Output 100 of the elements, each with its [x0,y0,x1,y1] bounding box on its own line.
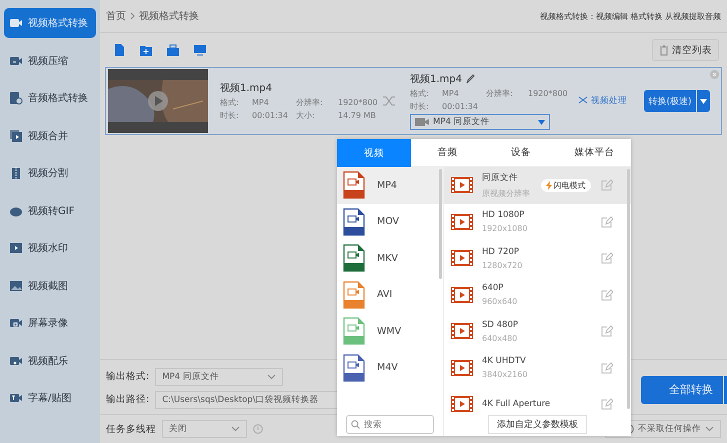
video-file-icon [343,354,365,382]
edit-icon[interactable] [601,216,613,228]
header-hint: 视频格式转换：视频编辑 格式转换 从视频提取音频 [540,10,721,22]
edit-icon[interactable] [601,362,613,374]
clear-list-button[interactable]: 清空列表 [652,39,719,61]
output-format-label: 输出格式: [106,370,150,383]
sidebar-item[interactable]: 视频转GIF [4,196,96,226]
convert-all-button[interactable]: 全部转换 [641,376,724,404]
preset-title: 4K Full Aperture [482,399,550,410]
info-value: MP4 [252,98,270,107]
threads-select[interactable]: 关闭 [162,420,247,438]
format-tab[interactable]: 音频 [410,139,484,167]
info-label: 时长: [220,110,240,121]
info-label: 大小: [296,110,316,121]
sidebar-item[interactable]: 视频分割 [4,158,96,188]
edit-icon[interactable] [601,398,613,410]
preset-title: 640P [482,283,504,294]
format-item[interactable]: MP4 [337,167,443,204]
film-icon [450,212,474,231]
preset-detail: 1280x720 [482,260,522,270]
chevron-icon [231,426,240,432]
scissors-icon [578,96,588,106]
edit-icon[interactable] [601,179,613,192]
sidebar-item[interactable]: 屏幕录像 [4,308,96,338]
format-tab[interactable]: 视频 [337,139,410,167]
file-name: 视频1.mp4 [220,82,272,95]
file-icon[interactable] [112,43,126,57]
chevron-icon [705,426,714,432]
breadcrumb-current: 视频格式转换 [139,10,199,23]
output-path-label: 输出路径: [106,393,150,406]
edit-icon[interactable] [601,252,613,264]
pencil-icon[interactable] [466,74,475,84]
preset-select[interactable]: MP4 同原文件 [410,114,550,130]
video-camera-icon [9,316,23,330]
edit-icon[interactable] [601,288,613,301]
video-camera-icon [415,118,429,126]
search-field[interactable]: 搜索 [346,415,434,434]
format-tab[interactable]: 媒体平台 [558,139,631,167]
scrollbar[interactable] [627,169,630,409]
info-value: 00:01:34 [252,111,289,120]
output-format-select[interactable]: MP4 同原文件 [155,368,284,386]
sidebar-item[interactable]: 字幕/贴图 [4,383,96,413]
preset-title: SD 480P [482,320,518,330]
video-file-icon [343,317,365,346]
chevron-icon [130,12,135,20]
film-icon [450,286,474,304]
info-value: 14.79 MB [338,111,377,120]
chevron-icon [267,374,276,380]
film-icon [450,249,474,268]
output-file-name: 视频1.mp4 [410,72,462,86]
format-item[interactable]: MOV [337,204,443,240]
sidebar-item[interactable]: 视频配乐 [4,346,96,376]
preset-detail: 960x640 [482,297,518,306]
info-label: 分辨率: [486,88,514,99]
shuffle-icon [382,95,396,107]
caret-icon [700,98,707,104]
info-label: 格式: [220,97,240,108]
preset-detail: 原视频分辨率 [482,188,530,199]
sidebar-item[interactable]: 视频压缩 [4,46,96,76]
flash-mode-badge: 闪电模式 [540,178,590,192]
edit-icon[interactable] [601,325,613,338]
preset-item[interactable]: HD 1080P 1920x1080 [444,204,631,240]
video-camera-icon [9,16,23,30]
info-label: 时长: [410,101,430,112]
convert-dropdown-button[interactable] [697,90,710,112]
info-value: MP4 [442,89,460,98]
breadcrumb-link[interactable]: 首页 [106,9,126,23]
add-folder-icon[interactable] [139,43,153,57]
sidebar-item[interactable]: 视频水印 [4,233,96,263]
sidebar-item[interactable]: 视频合并 [4,120,96,150]
monitor-icon[interactable] [193,43,207,57]
scrollbar[interactable] [439,169,442,279]
info-label: 分辨率: [296,97,324,108]
image-icon [9,278,23,292]
close-icon[interactable] [710,70,719,79]
film-icon [9,241,23,255]
preset-title: HD 720P [482,246,520,257]
add-template-button[interactable]: 添加自定义参数模板 [488,415,587,434]
info-icon[interactable] [253,424,263,434]
split-icon [9,166,23,180]
toolbox-icon[interactable] [166,43,180,57]
preset-title: 同原文件 [482,172,519,184]
stacked-video-icon [9,128,23,142]
preset-title: HD 1080P [482,210,526,220]
film-icon [450,176,474,194]
format-tab[interactable]: 设备 [484,139,558,167]
film-icon [450,395,474,413]
info-value: 00:01:34 [442,102,479,111]
convert-button[interactable]: 转换(极速) [644,90,696,112]
sidebar-item[interactable]: 音频格式转换 [4,83,96,113]
preset-item[interactable]: 同原文件 原视频分辨率 闪电模式 [444,167,631,204]
video-camera-icon [9,391,23,405]
preset-detail: 640x480 [482,334,518,343]
preset-detail: 3840x2160 [482,370,528,380]
info-value: 1920*800 [338,98,378,107]
video-file-icon [343,208,365,236]
video-file-icon [343,244,365,272]
sidebar-item[interactable]: 视频截图 [4,270,96,300]
film-icon [450,322,474,340]
sidebar-item[interactable]: 视频格式转换 [4,8,96,38]
